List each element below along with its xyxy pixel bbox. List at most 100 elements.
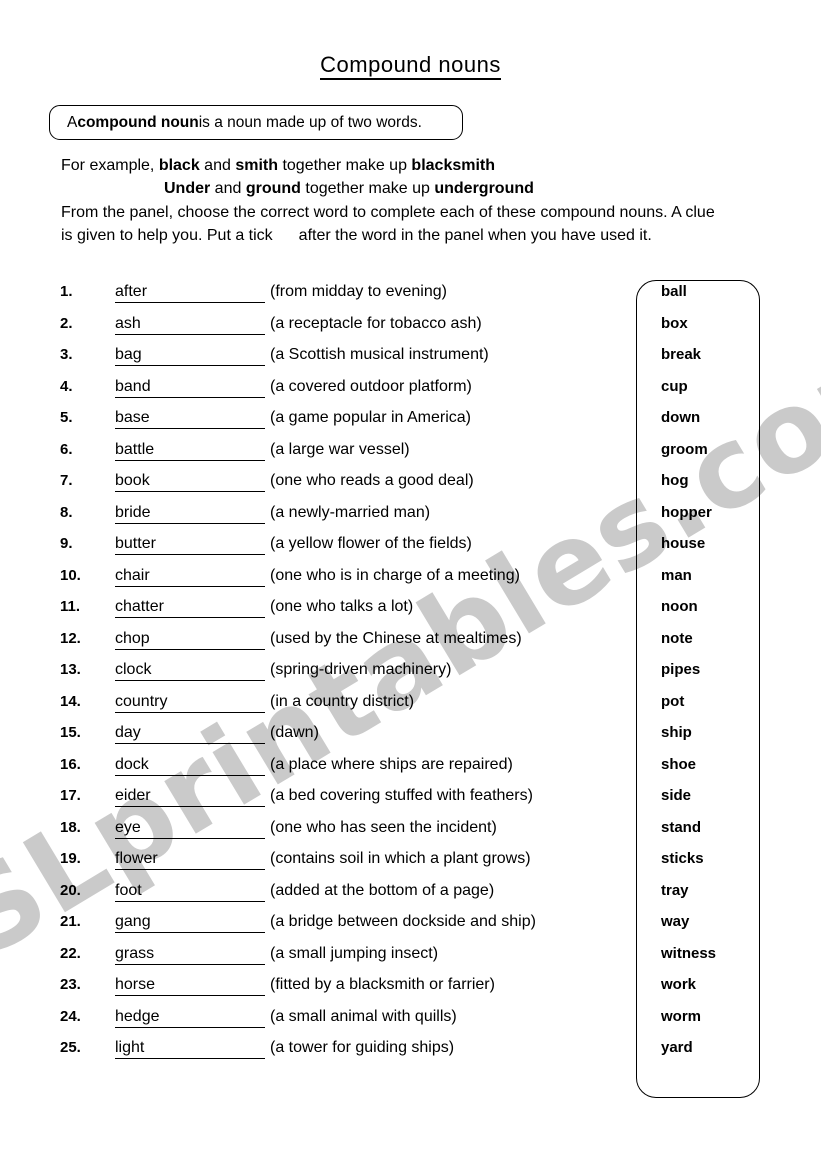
- exercise-number: 3.: [60, 346, 73, 363]
- compound-stem-word: dock: [115, 755, 149, 773]
- compound-stem-word: gang: [115, 913, 151, 930]
- panel-word[interactable]: hog: [661, 472, 771, 504]
- compound-stem-word: after: [115, 283, 148, 300]
- panel-word[interactable]: stand: [661, 819, 771, 851]
- answer-blank-field[interactable]: hedge: [115, 1008, 265, 1030]
- panel-word[interactable]: sticks: [661, 850, 771, 882]
- exercise-row: 25. light (a tower for guiding ships): [60, 1039, 620, 1071]
- panel-word[interactable]: noon: [661, 598, 771, 630]
- compound-stem-word: bag: [115, 346, 142, 363]
- answer-blank-line: [115, 743, 265, 744]
- answer-blank-field[interactable]: battle: [115, 441, 265, 463]
- panel-word[interactable]: ball: [661, 283, 771, 315]
- exercise-number: 10.: [60, 566, 81, 584]
- panel-word[interactable]: witness: [661, 945, 771, 977]
- panel-word[interactable]: break: [661, 346, 771, 378]
- compound-stem-word: book: [115, 472, 150, 489]
- clue-text: (a small jumping insect): [270, 944, 439, 962]
- panel-word[interactable]: tray: [661, 882, 771, 914]
- answer-blank-line: [115, 1058, 265, 1059]
- exercise-row: 3. bag (a Scottish musical instrument): [60, 346, 620, 378]
- answer-blank-line: [115, 869, 265, 870]
- answer-blank-field[interactable]: chatter: [115, 598, 265, 620]
- panel-word[interactable]: side: [661, 787, 771, 819]
- answer-blank-field[interactable]: grass: [115, 945, 265, 967]
- answer-blank-field[interactable]: gang: [115, 913, 265, 935]
- example-2-word1: Under: [164, 180, 211, 197]
- answer-blank-field[interactable]: horse: [115, 976, 265, 998]
- exercise-number: 2.: [60, 314, 73, 332]
- answer-blank-field[interactable]: light: [115, 1039, 265, 1061]
- answer-blank-field[interactable]: bride: [115, 504, 265, 526]
- exercise-list: 1. after (from midday to evening) 2. ash (a r…: [60, 283, 620, 1071]
- answer-blank-line: [115, 302, 265, 303]
- answer-blank-field[interactable]: book: [115, 472, 265, 494]
- exercise-number: 24.: [60, 1007, 81, 1025]
- example-1-result: blacksmith: [411, 157, 496, 174]
- exercise-number: 17.: [60, 787, 81, 804]
- exercise-row: 17. eider (a bed covering stuffed with fea…: [60, 787, 620, 819]
- answer-blank-field[interactable]: eye: [115, 819, 265, 841]
- exercise-number: 12.: [60, 629, 81, 647]
- answer-blank-field[interactable]: ash: [115, 315, 265, 337]
- panel-word[interactable]: note: [661, 630, 771, 662]
- answer-blank-field[interactable]: chop: [115, 630, 265, 652]
- exercise-number: 18.: [60, 818, 81, 836]
- answer-blank-field[interactable]: day: [115, 724, 265, 746]
- panel-word[interactable]: man: [661, 567, 771, 599]
- exercise-row: 6. battle (a large war vessel): [60, 441, 620, 473]
- answer-blank-field[interactable]: bag: [115, 346, 265, 368]
- compound-stem-word: ash: [115, 314, 141, 332]
- answer-blank-field[interactable]: eider: [115, 787, 265, 809]
- answer-blank-field[interactable]: flower: [115, 850, 265, 872]
- answer-blank-field[interactable]: base: [115, 409, 265, 431]
- word-panel-list: ball box break cup down groom hog hopper house ma…: [661, 283, 771, 1071]
- exercise-row: 13. clock (spring-driven machinery): [60, 661, 620, 693]
- panel-word[interactable]: house: [661, 535, 771, 567]
- exercise-row: 21. gang (a bridge between dockside and sh…: [60, 913, 620, 945]
- answer-blank-field[interactable]: chair: [115, 567, 265, 589]
- panel-word[interactable]: ship: [661, 724, 771, 756]
- compound-stem-word: band: [115, 377, 151, 395]
- panel-word[interactable]: work: [661, 976, 771, 1008]
- answer-blank-line: [115, 711, 265, 713]
- panel-word[interactable]: shoe: [661, 756, 771, 788]
- answer-blank-line: [115, 491, 265, 492]
- clue-text: (a yellow flower of the fields): [270, 535, 472, 552]
- answer-blank-field[interactable]: band: [115, 378, 265, 400]
- panel-word[interactable]: pot: [661, 693, 771, 725]
- clue-text: (used by the Chinese at mealtimes): [270, 629, 522, 647]
- answer-blank-field[interactable]: after: [115, 283, 265, 305]
- panel-word[interactable]: groom: [661, 441, 771, 473]
- exercise-number: 14.: [60, 692, 81, 710]
- answer-blank-field[interactable]: foot: [115, 882, 265, 904]
- panel-word[interactable]: way: [661, 913, 771, 945]
- compound-stem-word: foot: [115, 881, 142, 899]
- instruction-line-2: is given to help you. Put a tick after th…: [61, 227, 652, 245]
- panel-word[interactable]: yard: [661, 1039, 771, 1071]
- compound-stem-word: flower: [115, 850, 158, 867]
- answer-blank-field[interactable]: butter: [115, 535, 265, 557]
- instruction-line-2-part-a: is given to help you. Put a tick: [61, 227, 273, 244]
- panel-word[interactable]: box: [661, 315, 771, 347]
- clue-text: (spring-driven machinery): [270, 661, 452, 678]
- clue-text: (a covered outdoor platform): [270, 377, 472, 395]
- exercise-number: 5.: [60, 409, 73, 426]
- panel-word[interactable]: cup: [661, 378, 771, 410]
- panel-word[interactable]: down: [661, 409, 771, 441]
- exercise-number: 15.: [60, 724, 81, 741]
- answer-blank-line: [115, 648, 265, 650]
- compound-stem-word: eider: [115, 787, 151, 804]
- answer-blank-field[interactable]: clock: [115, 661, 265, 683]
- answer-blank-field[interactable]: country: [115, 693, 265, 715]
- answer-blank-line: [115, 806, 265, 807]
- panel-word[interactable]: worm: [661, 1008, 771, 1040]
- answer-blank-field[interactable]: dock: [115, 756, 265, 778]
- exercise-number: 9.: [60, 535, 73, 552]
- panel-word[interactable]: pipes: [661, 661, 771, 693]
- clue-text: (a bridge between dockside and ship): [270, 913, 536, 930]
- panel-word[interactable]: hopper: [661, 504, 771, 536]
- clue-text: (one who reads a good deal): [270, 472, 474, 489]
- compound-stem-word: chair: [115, 566, 150, 584]
- compound-stem-word: horse: [115, 976, 156, 993]
